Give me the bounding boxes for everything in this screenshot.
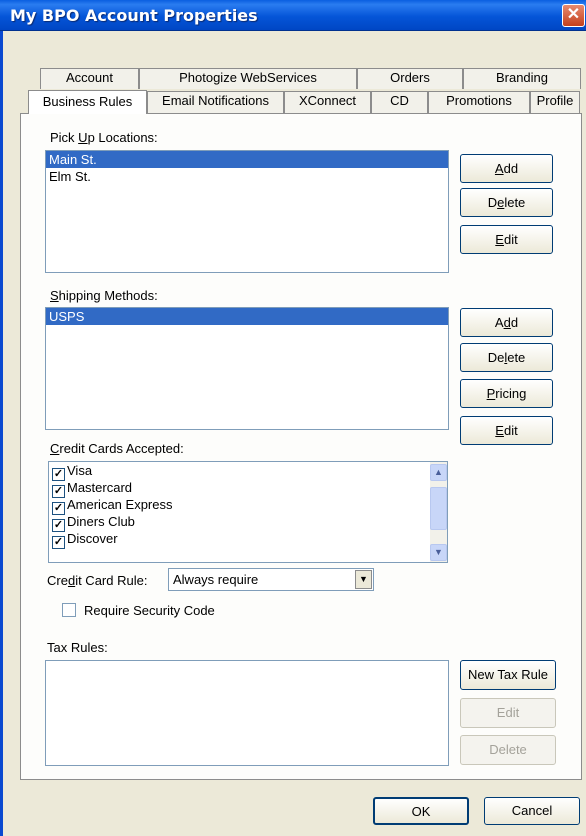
credit-cards-label: Credit Cards Accepted: [50,441,184,456]
credit-card-rule-select[interactable]: Always require ▼ [168,568,374,591]
window-title: My BPO Account Properties [10,6,258,25]
shipping-edit-button[interactable]: Edit [460,416,553,445]
list-item[interactable]: USPS [46,308,448,325]
list-item[interactable]: ✓ Mastercard [49,479,447,498]
pickup-delete-button[interactable]: Delete [460,188,553,217]
list-item[interactable]: Main St. [46,151,448,168]
list-item[interactable]: ✓ Visa [49,462,447,481]
shipping-methods-label: Shipping Methods: [50,288,158,303]
tab-promotions[interactable]: Promotions [428,91,530,113]
chevron-down-icon[interactable]: ▼ [355,570,372,589]
tab-xconnect[interactable]: XConnect [284,91,371,113]
tab-profile[interactable]: Profile [530,91,580,113]
credit-cards-list[interactable]: ✓ Visa ✓ Mastercard ✓ American Express ✓ Din… [48,461,448,563]
tab-account[interactable]: Account [40,68,139,89]
list-item[interactable]: ✓ Discover [49,530,447,549]
require-security-code-label: Require Security Code [84,603,215,618]
window-frame-left [0,31,3,836]
list-item[interactable]: ✓ Diners Club [49,513,447,532]
tab-email-notifications[interactable]: Email Notifications [147,91,284,113]
title-bar: My BPO Account Properties ✕ [0,0,586,31]
pickup-add-button[interactable]: Add [460,154,553,183]
cancel-button[interactable]: Cancel [484,797,580,825]
close-icon[interactable]: ✕ [562,4,585,27]
scroll-up-icon[interactable]: ▲ [430,464,447,481]
scroll-thumb[interactable] [430,487,447,530]
pickup-edit-button[interactable]: Edit [460,225,553,254]
tab-business-rules[interactable]: Business Rules [28,90,147,114]
shipping-delete-button[interactable]: Delete [460,343,553,372]
require-security-code-checkbox[interactable] [62,603,76,617]
tab-photogize-webservices[interactable]: Photogize WebServices [139,68,357,89]
credit-card-rule-value: Always require [173,572,259,587]
scroll-down-icon[interactable]: ▼ [430,544,447,561]
shipping-add-button[interactable]: Add [460,308,553,337]
shipping-pricing-button[interactable]: Pricing [460,379,553,408]
tab-branding[interactable]: Branding [463,68,581,89]
tax-rules-label: Tax Rules: [47,640,108,655]
new-tax-rule-button[interactable]: New Tax Rule [460,660,556,690]
ok-button[interactable]: OK [373,797,469,825]
vertical-scrollbar[interactable]: ▲ ▼ [430,462,447,562]
pickup-locations-list[interactable]: Main St. Elm St. [45,150,449,273]
checkbox-checked-icon[interactable]: ✓ [52,536,65,549]
tax-edit-button[interactable]: Edit [460,698,556,728]
pickup-locations-label: Pick Up Locations: [50,130,158,145]
tab-cd[interactable]: CD [371,91,428,113]
tax-delete-button[interactable]: Delete [460,735,556,765]
tab-orders[interactable]: Orders [357,68,463,89]
require-security-code-row[interactable]: Require Security Code [62,603,215,618]
tax-rules-list[interactable] [45,660,449,766]
credit-card-rule-label: Credit Card Rule: [47,573,148,588]
list-item[interactable]: ✓ American Express [49,496,447,515]
shipping-methods-list[interactable]: USPS [45,307,449,430]
list-item[interactable]: Elm St. [46,168,448,185]
